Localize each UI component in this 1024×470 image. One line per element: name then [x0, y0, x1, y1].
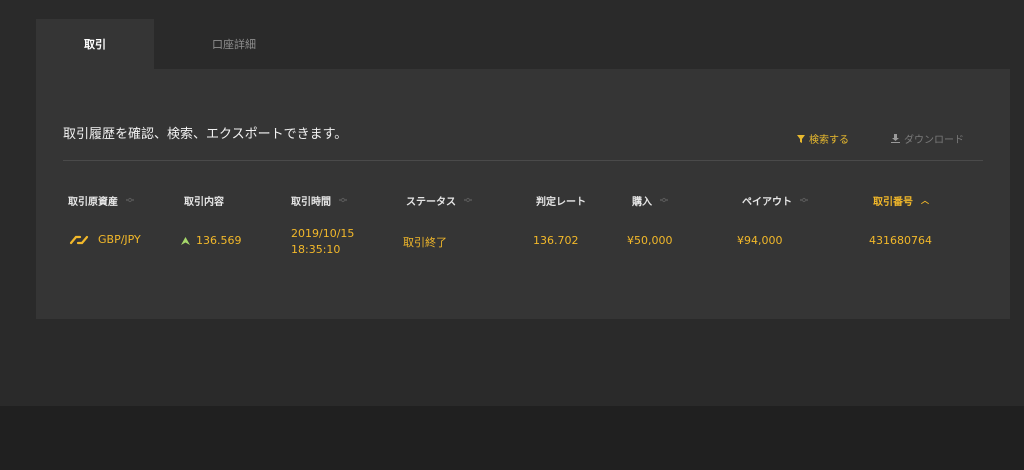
asset-cell: GBP/JPY: [68, 233, 141, 246]
tab-account-details[interactable]: 口座詳細: [154, 19, 314, 69]
panel-description: 取引履歴を確認、検索、エクスポートできます。: [63, 127, 348, 142]
column-label: 取引内容: [184, 197, 224, 208]
download-button[interactable]: ダウンロード: [891, 131, 964, 146]
search-button-label: 検索する: [809, 135, 849, 146]
sort-icon: ︿ ﹀: [800, 192, 808, 208]
table-header: 取引原資産 ︿ ﹀ 取引内容 取引時間 ︿ ﹀ ステータス ︿ ﹀ 判定レート 購入 …: [36, 193, 1010, 211]
download-button-label: ダウンロード: [904, 135, 964, 146]
trade-history-panel: 取引履歴を確認、検索、エクスポートできます。 検索する ダウンロード 取引原資産…: [36, 69, 1010, 319]
rate-cell: 136.702: [533, 234, 579, 247]
column-header-status[interactable]: ステータス ︿ ﹀: [406, 193, 472, 208]
asset-label: GBP/JPY: [98, 233, 141, 246]
currency-pair-icon: [69, 235, 89, 244]
trade-id-cell: 431680764: [869, 234, 932, 247]
divider: [63, 160, 983, 161]
column-header-content[interactable]: 取引内容: [184, 193, 224, 208]
column-header-purchase[interactable]: 購入 ︿ ﹀: [632, 193, 668, 208]
column-header-rate[interactable]: 判定レート: [536, 193, 586, 208]
column-header-time[interactable]: 取引時間 ︿ ﹀: [291, 193, 347, 208]
sort-icon: ︿ ﹀: [339, 192, 347, 208]
footer-band: [0, 406, 1024, 470]
content-value: 136.569: [196, 234, 242, 247]
column-label: 取引原資産: [68, 197, 118, 208]
time-date: 2019/10/15: [291, 227, 355, 240]
column-header-asset[interactable]: 取引原資産 ︿ ﹀: [68, 193, 134, 208]
tab-bar: 取引 口座詳細: [36, 19, 314, 69]
column-label: 購入: [632, 197, 652, 208]
sort-icon: ︿ ﹀: [126, 192, 134, 208]
content-cell: 136.569: [181, 234, 242, 247]
column-label: 取引番号: [873, 197, 913, 208]
sort-icon: ︿: [921, 195, 929, 205]
table-row[interactable]: GBP/JPY 136.569 2019/10/15 18:35:10 取引終了…: [36, 225, 1010, 265]
panel-actions: 検索する ダウンロード: [797, 131, 964, 146]
payout-cell: ¥94,000: [737, 234, 783, 247]
column-header-trade-id[interactable]: 取引番号 ︿: [873, 193, 929, 208]
column-header-payout[interactable]: ペイアウト ︿ ﹀: [742, 193, 808, 208]
column-label: 取引時間: [291, 197, 331, 208]
purchase-cell: ¥50,000: [627, 234, 673, 247]
column-label: ペイアウト: [742, 197, 792, 208]
download-icon: [891, 134, 900, 143]
column-label: 判定レート: [536, 197, 586, 208]
time-clock: 18:35:10: [291, 243, 341, 256]
sort-icon: ︿ ﹀: [660, 192, 668, 208]
time-cell: 2019/10/15 18:35:10: [291, 226, 354, 258]
up-arrow-icon: [181, 236, 190, 245]
status-cell: 取引終了: [403, 236, 447, 249]
search-button[interactable]: 検索する: [797, 131, 849, 146]
sort-icon: ︿ ﹀: [464, 192, 472, 208]
tab-trades[interactable]: 取引: [36, 19, 154, 69]
column-label: ステータス: [406, 197, 456, 208]
filter-icon: [797, 134, 805, 143]
